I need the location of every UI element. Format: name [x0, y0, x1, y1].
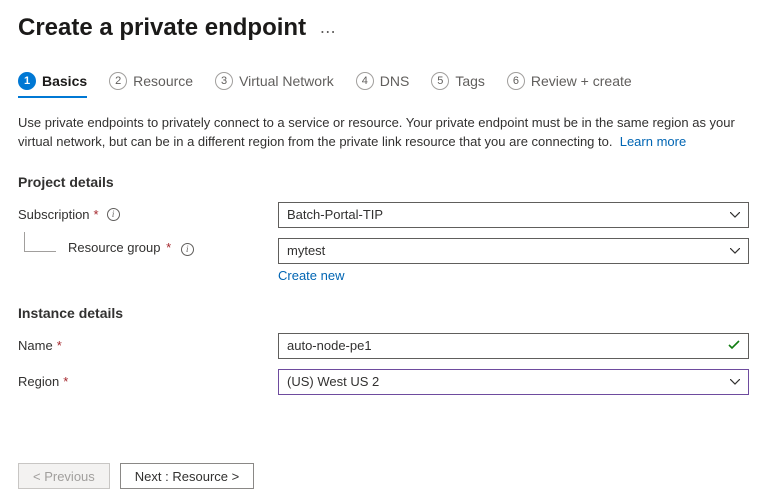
- learn-more-link[interactable]: Learn more: [620, 134, 686, 149]
- step-number-icon: 3: [215, 72, 233, 90]
- tab-virtual-network[interactable]: 3 Virtual Network: [215, 72, 334, 98]
- section-header-instance: Instance details: [18, 305, 749, 321]
- previous-button: < Previous: [18, 463, 110, 489]
- required-asterisk: *: [63, 374, 68, 389]
- tab-label: Virtual Network: [239, 73, 334, 89]
- tab-label: Review + create: [531, 73, 632, 89]
- footer-buttons: < Previous Next : Resource >: [18, 463, 254, 489]
- info-icon[interactable]: i: [181, 243, 194, 256]
- step-number-icon: 2: [109, 72, 127, 90]
- step-number-icon: 1: [18, 72, 36, 90]
- chevron-down-icon: [730, 376, 740, 388]
- tab-tags[interactable]: 5 Tags: [431, 72, 485, 98]
- required-asterisk: *: [166, 240, 171, 255]
- tab-label: DNS: [380, 73, 410, 89]
- ellipsis-icon[interactable]: ⋯: [320, 22, 336, 42]
- chevron-down-icon: [730, 245, 740, 257]
- select-value: Batch-Portal-TIP: [287, 207, 383, 222]
- next-button[interactable]: Next : Resource >: [120, 463, 254, 489]
- tab-dns[interactable]: 4 DNS: [356, 72, 410, 98]
- tab-review-create[interactable]: 6 Review + create: [507, 72, 632, 98]
- required-asterisk: *: [94, 207, 99, 222]
- resource-group-select[interactable]: mytest: [278, 238, 749, 264]
- tab-label: Basics: [42, 73, 87, 89]
- tab-resource[interactable]: 2 Resource: [109, 72, 193, 98]
- tab-basics[interactable]: 1 Basics: [18, 72, 87, 98]
- input-value: auto-node-pe1: [287, 338, 372, 353]
- chevron-down-icon: [730, 209, 740, 221]
- resource-group-label: Resource group * i: [68, 240, 278, 256]
- tab-label: Tags: [455, 73, 485, 89]
- region-label: Region *: [18, 374, 278, 389]
- select-value: mytest: [287, 243, 325, 258]
- step-number-icon: 6: [507, 72, 525, 90]
- description-text: Use private endpoints to privately conne…: [18, 114, 748, 152]
- subscription-select[interactable]: Batch-Portal-TIP: [278, 202, 749, 228]
- name-label: Name *: [18, 338, 278, 353]
- region-select[interactable]: (US) West US 2: [278, 369, 749, 395]
- required-asterisk: *: [57, 338, 62, 353]
- name-input[interactable]: auto-node-pe1: [278, 333, 749, 359]
- select-value: (US) West US 2: [287, 374, 379, 389]
- check-icon: [728, 338, 740, 353]
- step-number-icon: 5: [431, 72, 449, 90]
- step-number-icon: 4: [356, 72, 374, 90]
- tabs-nav: 1 Basics 2 Resource 3 Virtual Network 4 …: [18, 72, 749, 98]
- create-new-link[interactable]: Create new: [278, 268, 344, 283]
- page-title: Create a private endpoint: [18, 14, 306, 42]
- section-header-project: Project details: [18, 174, 749, 190]
- subscription-label: Subscription * i: [18, 207, 278, 222]
- info-icon[interactable]: i: [107, 208, 120, 221]
- tab-label: Resource: [133, 73, 193, 89]
- indent-line: [24, 232, 56, 252]
